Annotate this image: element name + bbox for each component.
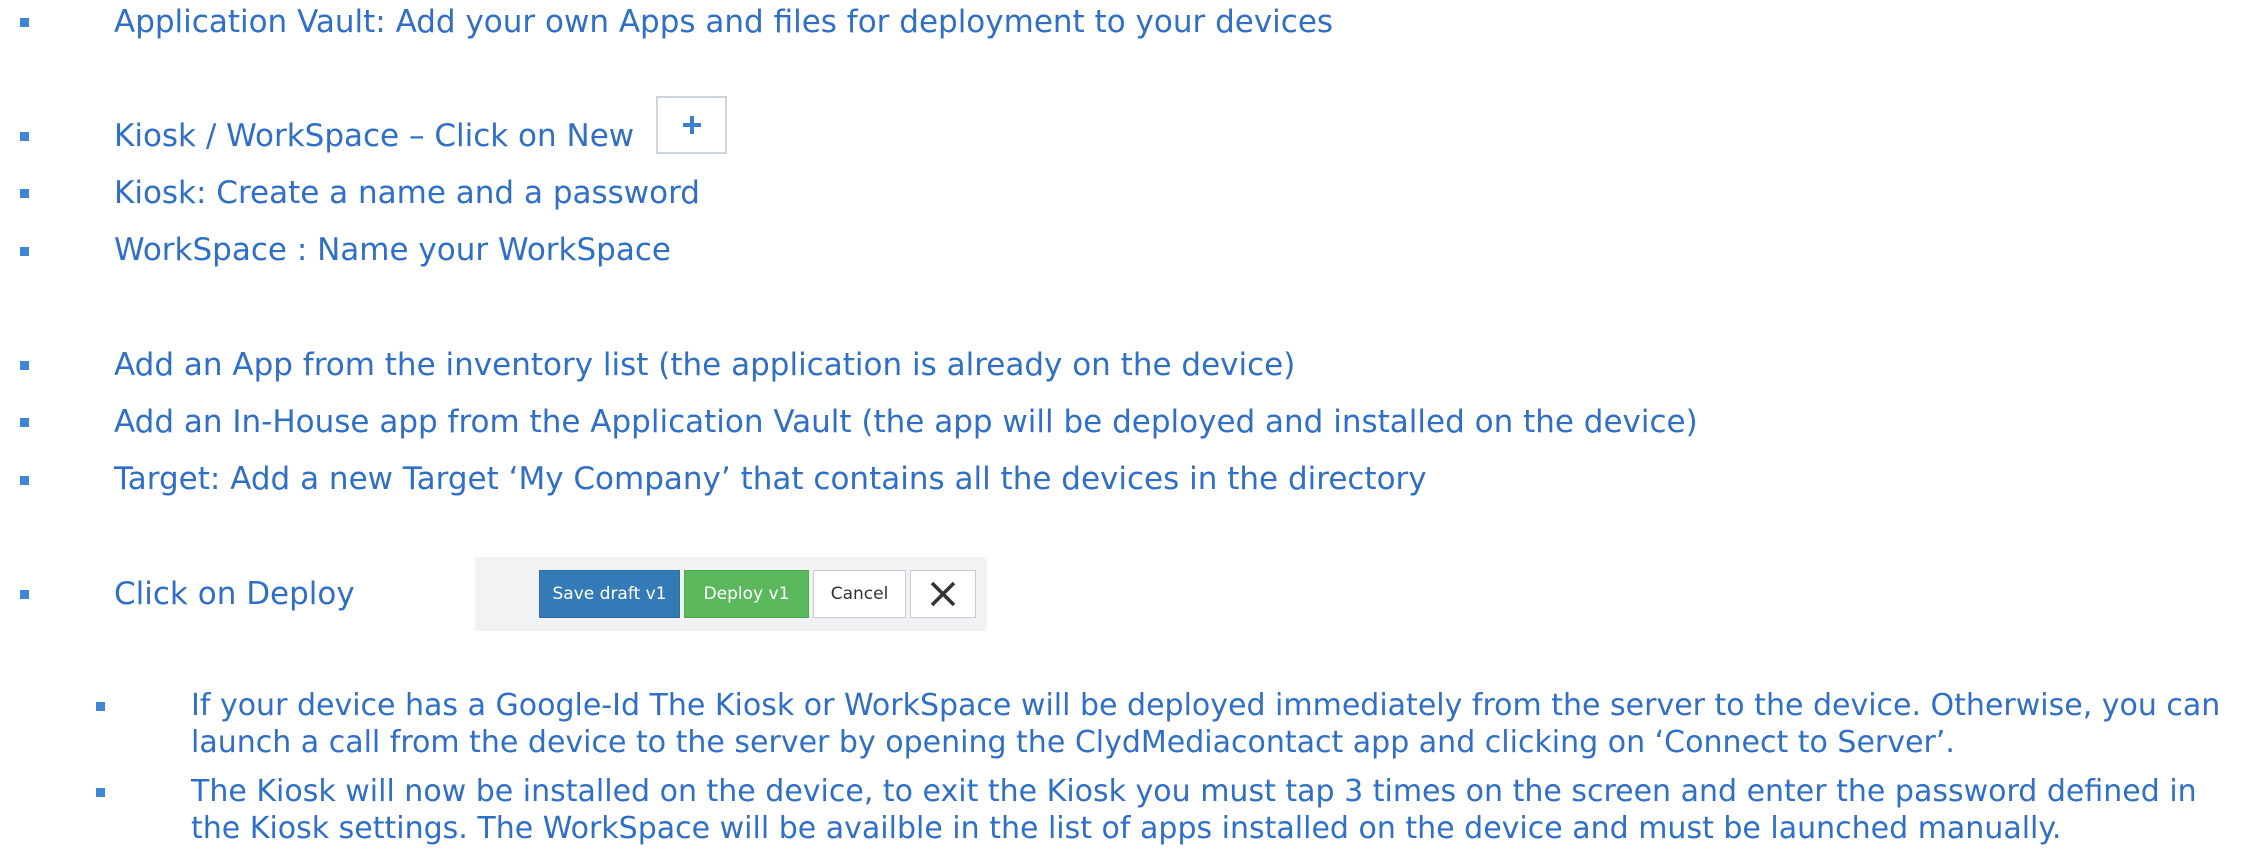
bullet-marker xyxy=(20,132,29,141)
save-draft-button[interactable]: Save draft v1 xyxy=(539,570,680,618)
new-button[interactable] xyxy=(656,96,727,154)
bullet-marker xyxy=(20,247,29,256)
bullet-marker xyxy=(20,18,29,27)
list-item-kiosk-workspace-new: Kiosk / WorkSpace – Click on New xyxy=(114,118,635,154)
bullet-marker xyxy=(96,788,105,797)
list-item-add-inhouse-app: Add an In-House app from the Application… xyxy=(114,404,1698,440)
deploy-action-bar: Save draft v1 Deploy v1 Cancel xyxy=(475,557,987,631)
list-item-target: Target: Add a new Target ‘My Company’ th… xyxy=(114,461,1427,497)
close-icon xyxy=(930,581,956,607)
list-item-click-deploy: Click on Deploy xyxy=(114,576,355,612)
list-item-add-app-inventory: Add an App from the inventory list (the … xyxy=(114,347,1296,383)
plus-icon xyxy=(682,116,701,134)
bullet-marker xyxy=(20,361,29,370)
bullet-marker xyxy=(20,476,29,485)
cancel-button[interactable]: Cancel xyxy=(813,570,906,618)
bullet-marker xyxy=(96,702,105,711)
bullet-marker xyxy=(20,590,29,599)
bullet-marker xyxy=(20,418,29,427)
list-item-application-vault: Application Vault: Add your own Apps and… xyxy=(114,4,1334,40)
sub-item-kiosk-installed: The Kiosk will now be installed on the d… xyxy=(191,774,2197,846)
bullet-marker xyxy=(20,189,29,198)
sub-item-google-id: If your device has a Google-Id The Kiosk… xyxy=(191,688,2221,760)
list-item-workspace-name: WorkSpace : Name your WorkSpace xyxy=(114,232,671,268)
close-button[interactable] xyxy=(910,570,976,618)
deploy-button[interactable]: Deploy v1 xyxy=(684,570,809,618)
list-item-kiosk-name-password: Kiosk: Create a name and a password xyxy=(114,175,700,211)
